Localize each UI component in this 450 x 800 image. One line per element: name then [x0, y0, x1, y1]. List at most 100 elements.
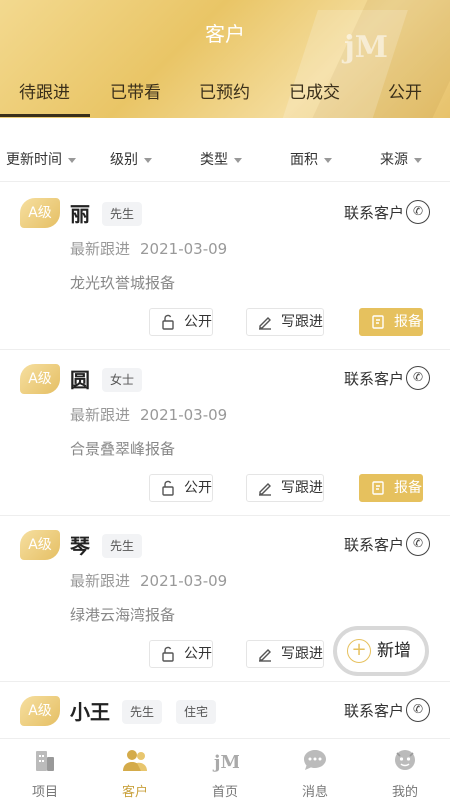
gender-tag: 女士 [102, 368, 143, 392]
follow-label: 最新跟进 [70, 406, 131, 424]
filter-source[interactable]: 来源 [380, 149, 422, 169]
make-public-button[interactable]: 公开 [149, 474, 213, 502]
pencil-icon [259, 483, 271, 496]
tabbar-projects[interactable]: 项目 [0, 747, 90, 800]
filter-update-time[interactable]: 更新时间 [6, 149, 76, 169]
tabbar-label: 项目 [31, 785, 58, 800]
page-title: 客户 [205, 22, 245, 46]
latest-follow: 最新跟进 2021-03-09 [70, 404, 227, 425]
brand-logo-icon: jM [212, 752, 241, 773]
gender-tag: 先生 [122, 700, 163, 724]
filter-label: 类型 [200, 152, 228, 168]
button-label: 报备 [394, 314, 422, 330]
tabbar-label: 客户 [121, 785, 148, 800]
latest-follow: 最新跟进 2021-03-09 [70, 238, 227, 259]
latest-follow: 最新跟进 2021-03-09 [70, 570, 227, 591]
filter-label: 更新时间 [6, 152, 62, 168]
customer-card[interactable]: A级 小王 先生 住宅 联系客户 ✆ [0, 682, 450, 738]
header: jM 客户 待跟进 已带看 已预约 已成交 公开 [0, 0, 450, 118]
tab-booked[interactable]: 已预约 [199, 78, 250, 103]
tab-pending[interactable]: 待跟进 [19, 78, 70, 103]
property-type-tag: 住宅 [176, 700, 217, 724]
button-label: 写跟进 [281, 480, 323, 496]
tabbar-label: 我的 [391, 785, 418, 800]
building-icon [36, 751, 54, 771]
contact-customer-link[interactable]: 联系客户 [344, 202, 404, 223]
customer-name: 丽 [70, 202, 90, 226]
customer-name: 圆 [70, 368, 90, 392]
tabbar-home[interactable]: jM 首页 [180, 747, 270, 800]
write-follow-button[interactable]: 写跟进 [246, 474, 324, 502]
button-label: 报备 [394, 480, 422, 496]
tab-public[interactable]: 公开 [388, 78, 422, 103]
filter-label: 来源 [380, 152, 408, 168]
level-badge: A级 [20, 364, 60, 394]
users-icon [123, 750, 147, 771]
caret-down-icon [324, 157, 332, 163]
tabbar-label: 首页 [211, 785, 238, 800]
report-button[interactable]: 报备 [359, 474, 423, 502]
customer-card[interactable]: A级 圆 女士 联系客户 ✆ 最新跟进 2021-03-09 合景叠翠峰报备 公开… [0, 350, 450, 516]
phone-icon[interactable]: ✆ [406, 532, 430, 556]
button-label: 公开 [184, 646, 212, 662]
level-badge: A级 [20, 198, 60, 228]
follow-label: 最新跟进 [70, 572, 131, 590]
tab-viewed[interactable]: 已带看 [110, 78, 161, 103]
project-report: 龙光玖誉城报备 [70, 274, 176, 292]
button-label: 写跟进 [281, 646, 323, 662]
make-public-button[interactable]: 公开 [149, 308, 213, 336]
make-public-button[interactable]: 公开 [149, 640, 213, 668]
level-badge: A级 [20, 696, 60, 726]
caret-down-icon [144, 157, 152, 163]
add-customer-button[interactable]: + 新增 [333, 626, 429, 676]
unlock-icon [162, 646, 174, 662]
customer-card[interactable]: A级 丽 先生 联系客户 ✆ 最新跟进 2021-03-09 龙光玖誉城报备 公开… [0, 184, 450, 350]
contact-customer-link[interactable]: 联系客户 [344, 368, 404, 389]
contact-customer-link[interactable]: 联系客户 [344, 534, 404, 555]
follow-label: 最新跟进 [70, 240, 131, 258]
svg-text:jM: jM [212, 752, 239, 773]
write-follow-button[interactable]: 写跟进 [246, 640, 324, 668]
fab-label: 新增 [377, 641, 411, 661]
tabbar-messages[interactable]: 消息 [270, 747, 360, 800]
phone-icon[interactable]: ✆ [406, 200, 430, 224]
bottom-tab-bar: 项目 客户 jM 首页 消息 我的 [0, 738, 450, 800]
follow-date: 2021-03-09 [140, 406, 228, 424]
filter-area[interactable]: 面积 [290, 149, 332, 169]
customer-name: 小王 [70, 700, 110, 724]
filter-bar: 更新时间 级别 类型 面积 来源 [0, 134, 450, 182]
pencil-icon [259, 649, 271, 662]
filter-label: 级别 [110, 152, 138, 168]
contact-customer-link[interactable]: 联系客户 [344, 700, 404, 721]
tab-closed[interactable]: 已成交 [289, 78, 340, 103]
filter-label: 面积 [290, 152, 318, 168]
report-button[interactable]: 报备 [359, 308, 423, 336]
button-label: 公开 [184, 480, 212, 496]
caret-down-icon [68, 157, 76, 163]
report-icon [372, 481, 384, 495]
follow-date: 2021-03-09 [140, 240, 228, 258]
customer-name: 琴 [70, 534, 90, 558]
caret-down-icon [414, 157, 422, 163]
button-label: 写跟进 [281, 314, 323, 330]
plus-icon: + [347, 639, 371, 663]
project-report: 合景叠翠峰报备 [70, 440, 176, 458]
message-icon [304, 750, 326, 770]
follow-date: 2021-03-09 [140, 572, 228, 590]
write-follow-button[interactable]: 写跟进 [246, 308, 324, 336]
caret-down-icon [234, 157, 242, 163]
tabbar-profile[interactable]: 我的 [360, 747, 450, 800]
project-report: 绿港云海湾报备 [70, 606, 176, 624]
gender-tag: 先生 [102, 202, 143, 226]
status-tabs: 待跟进 已带看 已预约 已成交 公开 [0, 74, 450, 118]
gender-tag: 先生 [102, 534, 143, 558]
filter-type[interactable]: 类型 [200, 149, 242, 169]
tabbar-customers[interactable]: 客户 [90, 747, 180, 800]
filter-level[interactable]: 级别 [110, 149, 152, 169]
tabbar-label: 消息 [301, 785, 328, 800]
level-badge: A级 [20, 530, 60, 560]
phone-icon[interactable]: ✆ [406, 366, 430, 390]
profile-icon [395, 750, 415, 770]
phone-icon[interactable]: ✆ [406, 698, 430, 722]
button-label: 公开 [184, 314, 212, 330]
